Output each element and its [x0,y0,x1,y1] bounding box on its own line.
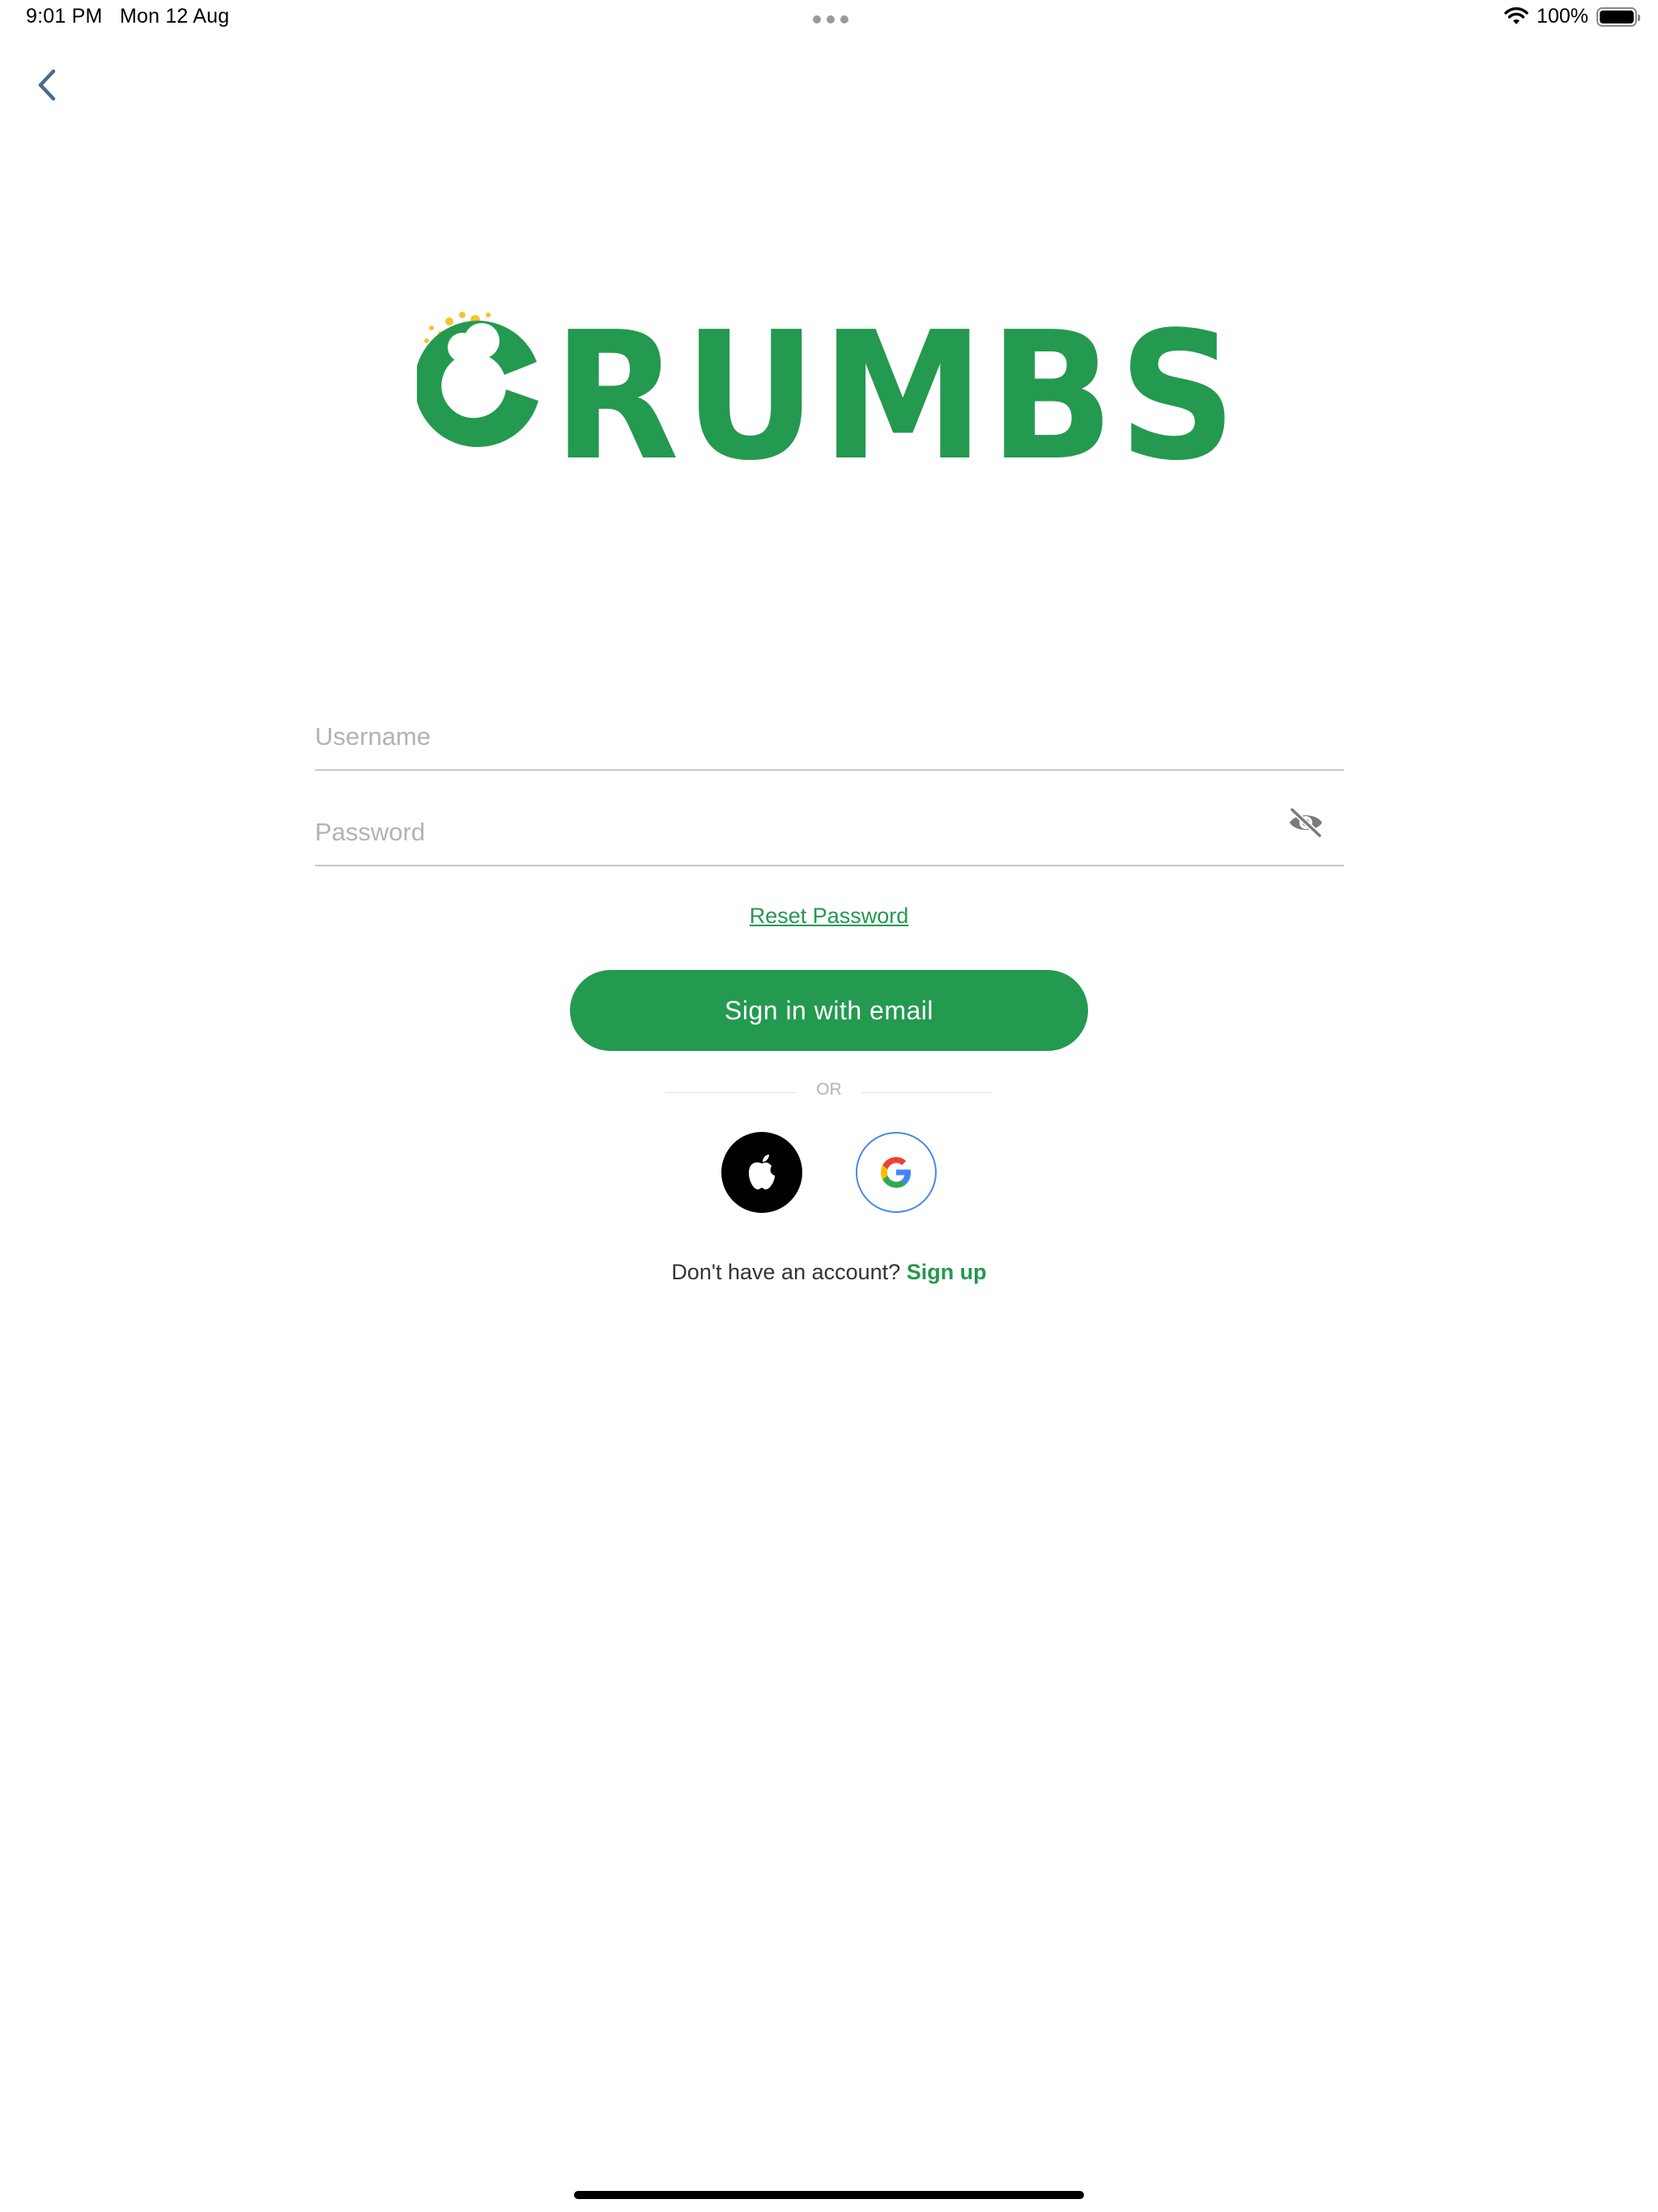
battery-fill [1600,10,1634,23]
reset-password-link[interactable]: Reset Password [0,904,1658,929]
crumbs-logo-image: RUMBS [414,295,1241,500]
google-sign-in-button[interactable] [856,1132,937,1213]
sign-in-with-email-button[interactable]: Sign in with email [570,970,1088,1051]
back-button[interactable] [29,65,65,105]
sign-up-link[interactable]: Sign up [907,1260,987,1284]
multitasking-dots-icon[interactable] [813,15,848,23]
or-label: OR [816,1080,842,1099]
home-indicator[interactable] [574,2191,1084,2199]
chevron-left-icon [38,69,56,101]
crumbs-logo: RUMBS [414,295,1243,500]
username-input[interactable] [315,722,1270,751]
or-divider: OR [665,1080,993,1104]
login-screen: 9:01 PM Mon 12 Aug 100% RUMBS Username R… [0,0,1658,2212]
status-time: 9:01 PM Mon 12 Aug [26,5,229,28]
status-bar: 9:01 PM Mon 12 Aug 100% [0,0,1658,39]
password-input[interactable] [315,818,1270,847]
battery-percent: 100% [1537,5,1588,28]
username-field[interactable] [315,690,1344,771]
eye-off-icon [1290,807,1322,838]
divider-line-right [861,1092,993,1093]
battery-icon [1596,6,1640,27]
signup-prompt: Don't have an account? [671,1260,901,1284]
status-date: Mon 12 Aug [119,5,230,28]
wifi-icon [1504,6,1528,24]
status-indicators: 100% [1504,5,1640,28]
svg-text:RUMBS: RUMBS [553,304,1241,466]
apple-icon [749,1155,775,1189]
status-clock: 9:01 PM [26,5,103,28]
password-field[interactable] [315,785,1344,866]
password-visibility-toggle[interactable] [1287,806,1324,839]
signup-row: Don't have an account? Sign up [0,1260,1658,1285]
google-icon [881,1157,911,1188]
apple-sign-in-button[interactable] [721,1132,802,1213]
